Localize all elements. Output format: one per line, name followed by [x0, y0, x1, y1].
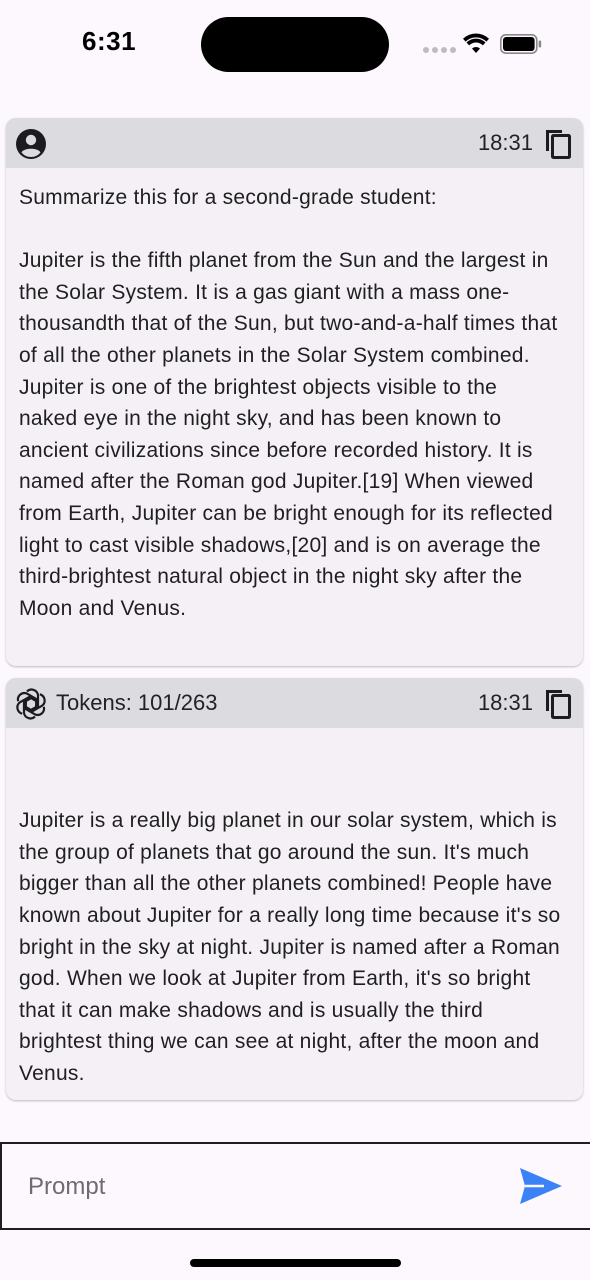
message-card-assistant: Tokens: 101/263 18:31 Jupiter is a reall…	[6, 678, 583, 1100]
status-time: 6:31	[82, 26, 137, 56]
cellular-signal-icon	[423, 47, 456, 53]
message-header: 18:31	[6, 118, 583, 168]
openai-logo-icon	[16, 688, 46, 720]
status-bar: 6:31	[0, 0, 590, 90]
message-text: Summarize this for a second-grade studen…	[19, 186, 558, 620]
copy-icon[interactable]	[541, 126, 573, 160]
prompt-bar	[0, 1142, 590, 1230]
battery-icon	[500, 34, 542, 54]
message-time: 18:31	[477, 690, 533, 715]
home-indicator	[190, 1259, 401, 1267]
person-circle-icon	[16, 129, 46, 159]
wifi-icon	[463, 33, 489, 53]
message-card-user: 18:31 Summarize this for a second-grade …	[6, 118, 583, 666]
dynamic-island	[201, 17, 389, 72]
message-time: 18:31	[477, 130, 533, 155]
message-header: Tokens: 101/263 18:31	[6, 678, 583, 728]
copy-icon[interactable]	[541, 686, 573, 720]
send-icon[interactable]	[518, 1166, 564, 1206]
token-count: Tokens: 101/263	[56, 690, 218, 715]
message-text: Jupiter is a really big planet in our so…	[19, 809, 561, 1085]
prompt-input[interactable]	[26, 1166, 500, 1208]
